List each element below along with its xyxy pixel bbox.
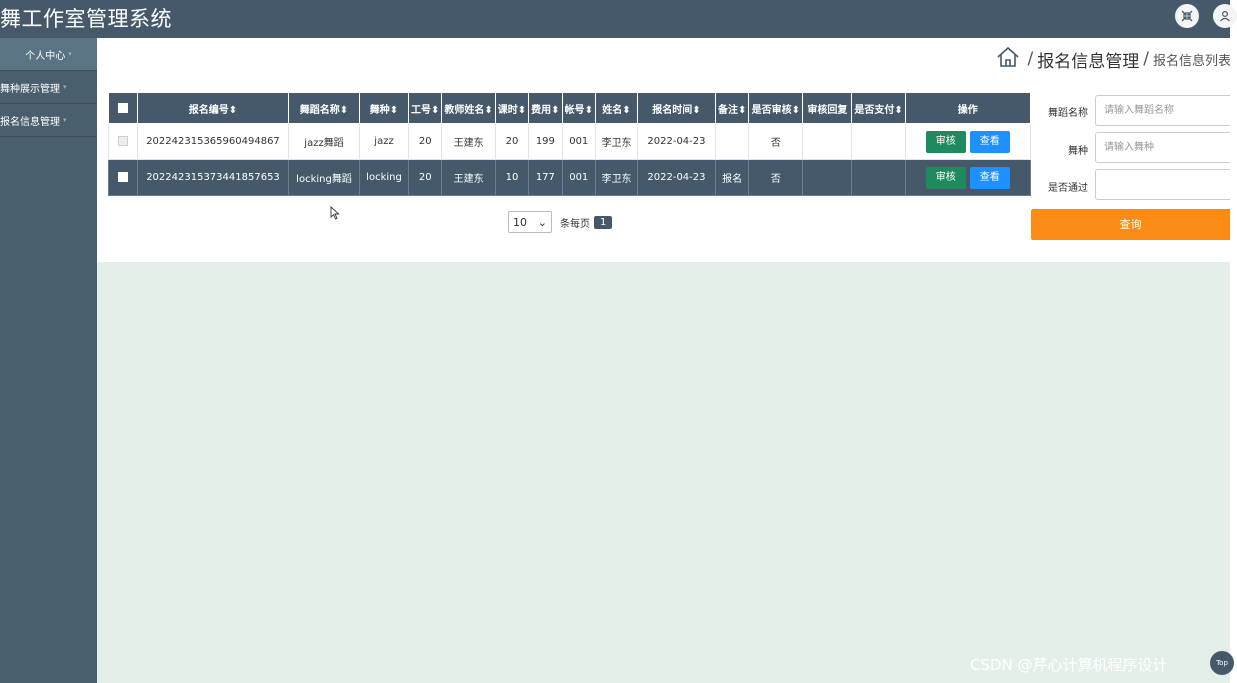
home-icon[interactable] <box>996 45 1020 73</box>
per-page-label: 条每页 <box>560 218 590 230</box>
caret-down-icon: ▾ <box>63 116 67 124</box>
header-cell: 审核回复 <box>802 92 853 124</box>
breadcrumb-current-page: 报名信息列表 <box>1152 53 1231 69</box>
cell-teacher: 王建东 <box>441 123 496 160</box>
table-row[interactable]: 202242315365960494867 jazz舞蹈 jazz 20 王建东… <box>108 123 1031 160</box>
table-header-row: 报名编号⬍ 舞蹈名称⬍ 舞种⬍ 工号⬍ 教师姓名⬍ 课时⬍ 费用⬍ 帐号⬍ 姓名… <box>108 92 1031 124</box>
cell-hours: 20 <box>494 123 530 160</box>
cell-id: 202242315373441857653 <box>137 159 289 196</box>
sidebar: 个人中心 ▾ 舞种展示管理 ▾ 报名信息管理 ▾ <box>0 38 97 683</box>
cell-actions: 审核 查看 <box>904 123 1031 160</box>
dance-type-label: 舞种 <box>1068 146 1088 157</box>
audit-button[interactable]: 审核 <box>925 130 966 153</box>
app-title: 舞工作室管理系统 <box>0 7 172 31</box>
pass-status-label: 是否通过 <box>1048 183 1088 194</box>
page-size-select[interactable]: 10 ⌄ <box>508 211 552 233</box>
header-cell[interactable]: 舞种⬍ <box>359 92 409 124</box>
cell-paid <box>851 159 906 196</box>
content-background <box>97 262 1230 683</box>
cell-date: 2022-04-23 <box>636 123 716 160</box>
mouse-cursor-icon <box>330 206 340 220</box>
header-cell[interactable]: 费用⬍ <box>528 92 563 124</box>
row-checkbox[interactable] <box>108 159 138 196</box>
header-cell[interactable]: 是否审核⬍ <box>748 92 804 124</box>
cell-hours: 10 <box>494 159 530 196</box>
cell-account: 001 <box>561 123 596 160</box>
sidebar-item-registration[interactable]: 报名信息管理 ▾ <box>0 104 97 137</box>
cell-actions: 审核 查看 <box>904 159 1031 196</box>
sidebar-item-label: 个人中心 <box>25 50 66 62</box>
cell-paid <box>851 123 906 160</box>
audit-button[interactable]: 审核 <box>925 166 966 189</box>
header-cell[interactable]: 工号⬍ <box>407 92 443 124</box>
header-cell[interactable]: 教师姓名⬍ <box>441 92 496 124</box>
cell-teacher: 王建东 <box>441 159 496 196</box>
cell-name: 李卫东 <box>594 159 638 196</box>
header-cell[interactable]: 姓名⬍ <box>594 92 638 124</box>
chevron-down-icon: ⌄ <box>537 215 547 229</box>
dance-name-input[interactable]: 请输入舞蹈名称 <box>1095 95 1230 126</box>
user-icon[interactable] <box>1213 4 1237 28</box>
current-page-button[interactable]: 1 <box>594 215 613 229</box>
breadcrumb-separator: / <box>1027 49 1034 69</box>
cell-job-no: 20 <box>407 159 443 196</box>
cell-job-no: 20 <box>407 123 443 160</box>
sidebar-item-label: 舞种展示管理 <box>0 83 60 95</box>
cell-fee: 177 <box>528 159 563 196</box>
pass-status-input[interactable] <box>1095 169 1230 200</box>
cell-reply <box>802 159 853 196</box>
pagination: 10 ⌄ 条每页 1 <box>508 211 613 233</box>
row-checkbox[interactable] <box>108 123 138 160</box>
cell-type: locking <box>359 159 409 196</box>
cell-fee: 199 <box>528 123 563 160</box>
sidebar-item-personal-center[interactable]: 个人中心 ▾ <box>0 38 97 71</box>
header-cell[interactable]: 帐号⬍ <box>561 92 596 124</box>
dance-type-input[interactable]: 请输入舞种 <box>1095 132 1230 163</box>
table-row[interactable]: 202242315373441857653 locking舞蹈 locking … <box>108 159 1031 196</box>
caret-down-icon: ▾ <box>68 50 72 58</box>
breadcrumb-separator: / <box>1143 49 1149 69</box>
header-cell: 操作 <box>904 92 1031 124</box>
watermark: CSDN @芹心计算机程序设计 <box>970 656 1168 674</box>
page-size-value: 10 <box>513 215 527 229</box>
cell-reply <box>802 123 853 160</box>
cell-dance: locking舞蹈 <box>288 159 360 196</box>
top-bar: 舞工作室管理系统 <box>0 0 1237 38</box>
registration-table: 报名编号⬍ 舞蹈名称⬍ 舞种⬍ 工号⬍ 教师姓名⬍ 课时⬍ 费用⬍ 帐号⬍ 姓名… <box>108 92 1031 196</box>
header-cell[interactable]: 是否支付⬍ <box>851 92 906 124</box>
back-to-top-button[interactable]: Top <box>1210 651 1234 675</box>
fullscreen-exit-icon[interactable] <box>1175 4 1199 28</box>
sidebar-item-label: 报名信息管理 <box>0 116 60 128</box>
cell-audited: 否 <box>748 159 804 196</box>
caret-down-icon: ▾ <box>63 83 67 91</box>
cell-name: 李卫东 <box>594 123 638 160</box>
header-cell[interactable]: 备注⬍ <box>714 92 750 124</box>
cell-remark: 报名 <box>714 159 750 196</box>
view-button[interactable]: 查看 <box>969 130 1010 153</box>
cell-date: 2022-04-23 <box>636 159 716 196</box>
cell-account: 001 <box>561 159 596 196</box>
cell-audited: 否 <box>748 123 804 160</box>
cell-type: jazz <box>359 123 409 160</box>
query-button[interactable]: 查询 <box>1031 209 1230 240</box>
select-all-checkbox[interactable] <box>108 92 138 124</box>
sidebar-item-dance-display[interactable]: 舞种展示管理 ▾ <box>0 71 97 104</box>
header-cell[interactable]: 课时⬍ <box>494 92 530 124</box>
header-cell[interactable]: 舞蹈名称⬍ <box>288 92 360 124</box>
header-cell[interactable]: 报名编号⬍ <box>137 92 289 124</box>
view-button[interactable]: 查看 <box>969 166 1010 189</box>
cell-dance: jazz舞蹈 <box>288 123 360 160</box>
header-cell[interactable]: 报名时间⬍ <box>636 92 716 124</box>
breadcrumb: / 报名信息管理 / 报名信息列表 <box>996 45 1231 73</box>
cell-id: 202242315365960494867 <box>137 123 289 160</box>
dance-name-label: 舞蹈名称 <box>1048 108 1088 119</box>
cell-remark <box>714 123 750 160</box>
breadcrumb-current-module[interactable]: 报名信息管理 <box>1037 47 1139 72</box>
